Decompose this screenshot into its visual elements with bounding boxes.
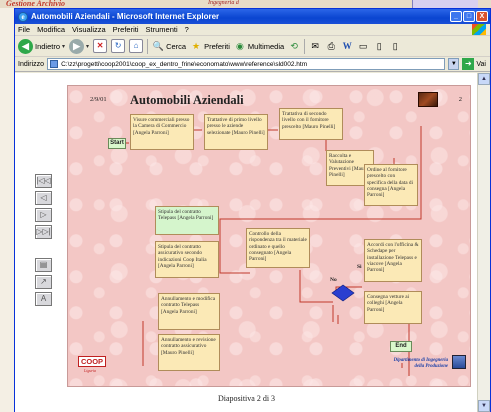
- flow-box-controllo: Controllo della rispondenza tra il mater…: [246, 228, 310, 268]
- flow-box-trattativa-secondo: Trattativa di secondo livello con il for…: [279, 108, 343, 140]
- multimedia-icon: ◉: [235, 41, 244, 51]
- scroll-down-button[interactable]: ▼: [478, 400, 490, 412]
- first-slide-button[interactable]: |◁◁: [35, 174, 52, 188]
- menu-strumenti[interactable]: Strumenti: [146, 25, 178, 34]
- slide-photo-icon: [418, 92, 438, 107]
- menu-bar: File Modifica Visualizza Preferiti Strum…: [15, 24, 490, 36]
- minimize-button[interactable]: _: [450, 11, 462, 22]
- address-dropdown-button[interactable]: ▼: [448, 58, 460, 70]
- history-icon[interactable]: ⟲: [288, 40, 300, 52]
- coop-logo: COOP: [78, 356, 106, 367]
- back-button[interactable]: ◀ Indietro ▾: [18, 38, 66, 54]
- toolbar-separator: [304, 38, 306, 54]
- discuss-icon[interactable]: ▭: [357, 40, 369, 52]
- mail-icon[interactable]: ✉: [309, 40, 321, 52]
- go-label: Vai: [476, 60, 486, 68]
- toolbar: ◀ Indietro ▾ ▶ ▾ ✕ ↻ ⌂ 🔍 Cerca ★ Preferi…: [15, 36, 490, 57]
- chevron-down-icon: ▾: [86, 43, 90, 50]
- maximize-button[interactable]: □: [463, 11, 475, 22]
- multimedia-label: Multimedia: [247, 41, 285, 51]
- slide-number: 2: [458, 96, 462, 103]
- flow-box-consegna-vetture: Consegna vetture ai colleghi [Angela Par…: [364, 291, 422, 324]
- end-node: End: [390, 341, 412, 352]
- prev-slide-button[interactable]: ◁: [35, 191, 52, 205]
- print-icon[interactable]: ⎙: [325, 40, 337, 52]
- home-button[interactable]: ⌂: [129, 39, 144, 53]
- screen: Gestione Archivio Ingegneria d e Automob…: [0, 0, 491, 412]
- stop-button[interactable]: ✕: [93, 39, 108, 53]
- scroll-up-button[interactable]: ▲: [478, 73, 490, 85]
- page-viewport: |◁◁ ◁ ▷ ▷▷| ▤ ↗ A 2/9/01 Automobili Azie…: [15, 73, 478, 412]
- coop-logo-subtitle: Liguria: [84, 368, 97, 373]
- background-window-edge: [412, 0, 478, 8]
- background-left-text: Gestione Archivio: [6, 0, 66, 8]
- toolbar-separator: [147, 38, 149, 54]
- slide-caption: Diapositiva 2 di 3: [217, 394, 276, 403]
- back-arrow-icon: ◀: [18, 38, 33, 54]
- address-label: Indirizzo: [18, 60, 45, 68]
- refresh-button[interactable]: ↻: [111, 39, 126, 53]
- research-icon[interactable]: ▯: [389, 40, 401, 52]
- vertical-scrollbar[interactable]: ▲ ▼: [477, 73, 490, 412]
- flow-box-stipula-assicurativo: Stipula del contratto assicurativo secon…: [155, 241, 219, 278]
- back-label: Indietro: [35, 41, 61, 51]
- flow-box-ordine-fornitore: Ordine al fornitore prescelto con specif…: [364, 164, 418, 206]
- messenger-icon[interactable]: ▯: [373, 40, 385, 52]
- star-icon: ★: [192, 41, 201, 51]
- multimedia-button[interactable]: ◉ Multimedia: [234, 40, 284, 52]
- menu-modifica[interactable]: Modifica: [37, 25, 65, 34]
- menu-preferiti[interactable]: Preferiti: [113, 25, 139, 34]
- menu-help[interactable]: ?: [185, 25, 189, 34]
- chevron-down-icon: ▾: [62, 43, 66, 50]
- last-slide-button[interactable]: ▷▷|: [35, 225, 52, 239]
- expand-button[interactable]: A: [35, 292, 52, 306]
- department-logo-icon: [452, 355, 466, 369]
- ie-logo-icon: e: [18, 11, 28, 22]
- address-input[interactable]: C:\zz\progetti\coop2001\coop_ex_dentro_f…: [47, 58, 446, 70]
- slide-title: Automobili Aziendali: [130, 93, 244, 107]
- flow-box-annullamento-telepass: Annullamento e modifica contratto Telepa…: [158, 293, 220, 330]
- start-node: Start: [108, 138, 126, 149]
- outline-button[interactable]: ↗: [35, 275, 52, 289]
- browser-window: e Automobili Aziendali - Microsoft Inter…: [14, 8, 491, 412]
- go-arrow-icon: ➜: [462, 58, 475, 70]
- slide-date: 2/9/01: [90, 96, 107, 103]
- background-mid-text: Ingegneria d: [208, 0, 239, 6]
- flow-box-visure: Visure commerciali presso la Camera di C…: [130, 114, 194, 150]
- background-left-strip: [0, 8, 14, 412]
- flow-box-stipula-telepass: Stipula del contratto Telepass [Angela P…: [155, 206, 219, 235]
- flow-box-accordi-officina: Accordi con l'officina & Schedape per in…: [364, 239, 422, 282]
- favorites-label: Preferiti: [204, 41, 230, 51]
- favorites-button[interactable]: ★ Preferiti: [190, 40, 230, 52]
- flow-box-annullamento-assicurativo: Annullamento e revisione contratto assic…: [158, 334, 220, 371]
- forward-button[interactable]: ▶ ▾: [69, 38, 90, 54]
- decision-no-label: No: [330, 277, 337, 283]
- department-text: Dipartimento di Ingegneria della Produzi…: [393, 358, 448, 369]
- address-url: C:\zz\progetti\coop2001\coop_ex_dentro_f…: [61, 60, 308, 68]
- close-button[interactable]: X: [476, 11, 488, 22]
- decision-yes-label: Si: [357, 264, 362, 270]
- menu-file[interactable]: File: [18, 25, 30, 34]
- search-button[interactable]: 🔍 Cerca: [152, 40, 186, 52]
- go-button[interactable]: ➜ Vai: [462, 58, 486, 70]
- notes-button[interactable]: ▤: [35, 258, 52, 272]
- address-bar: Indirizzo C:\zz\progetti\coop2001\coop_e…: [15, 57, 490, 72]
- slide: 2/9/01 Automobili Aziendali 2 Start Visu…: [67, 85, 471, 387]
- background-strip: Gestione Archivio Ingegneria d: [0, 0, 491, 8]
- forward-arrow-icon: ▶: [69, 38, 85, 54]
- title-bar[interactable]: e Automobili Aziendali - Microsoft Inter…: [15, 9, 490, 24]
- next-slide-button[interactable]: ▷: [35, 208, 52, 222]
- search-icon: 🔍: [152, 41, 164, 51]
- window-title: Automobili Aziendali - Microsoft Interne…: [31, 12, 220, 21]
- edit-word-icon[interactable]: W: [341, 40, 353, 52]
- search-label: Cerca: [166, 41, 187, 51]
- page-icon: [50, 60, 59, 68]
- flow-box-trattative-primo: Trattative di primo livello presso le az…: [204, 114, 268, 150]
- menu-visualizza[interactable]: Visualizza: [72, 25, 106, 34]
- windows-logo-icon: [472, 24, 486, 35]
